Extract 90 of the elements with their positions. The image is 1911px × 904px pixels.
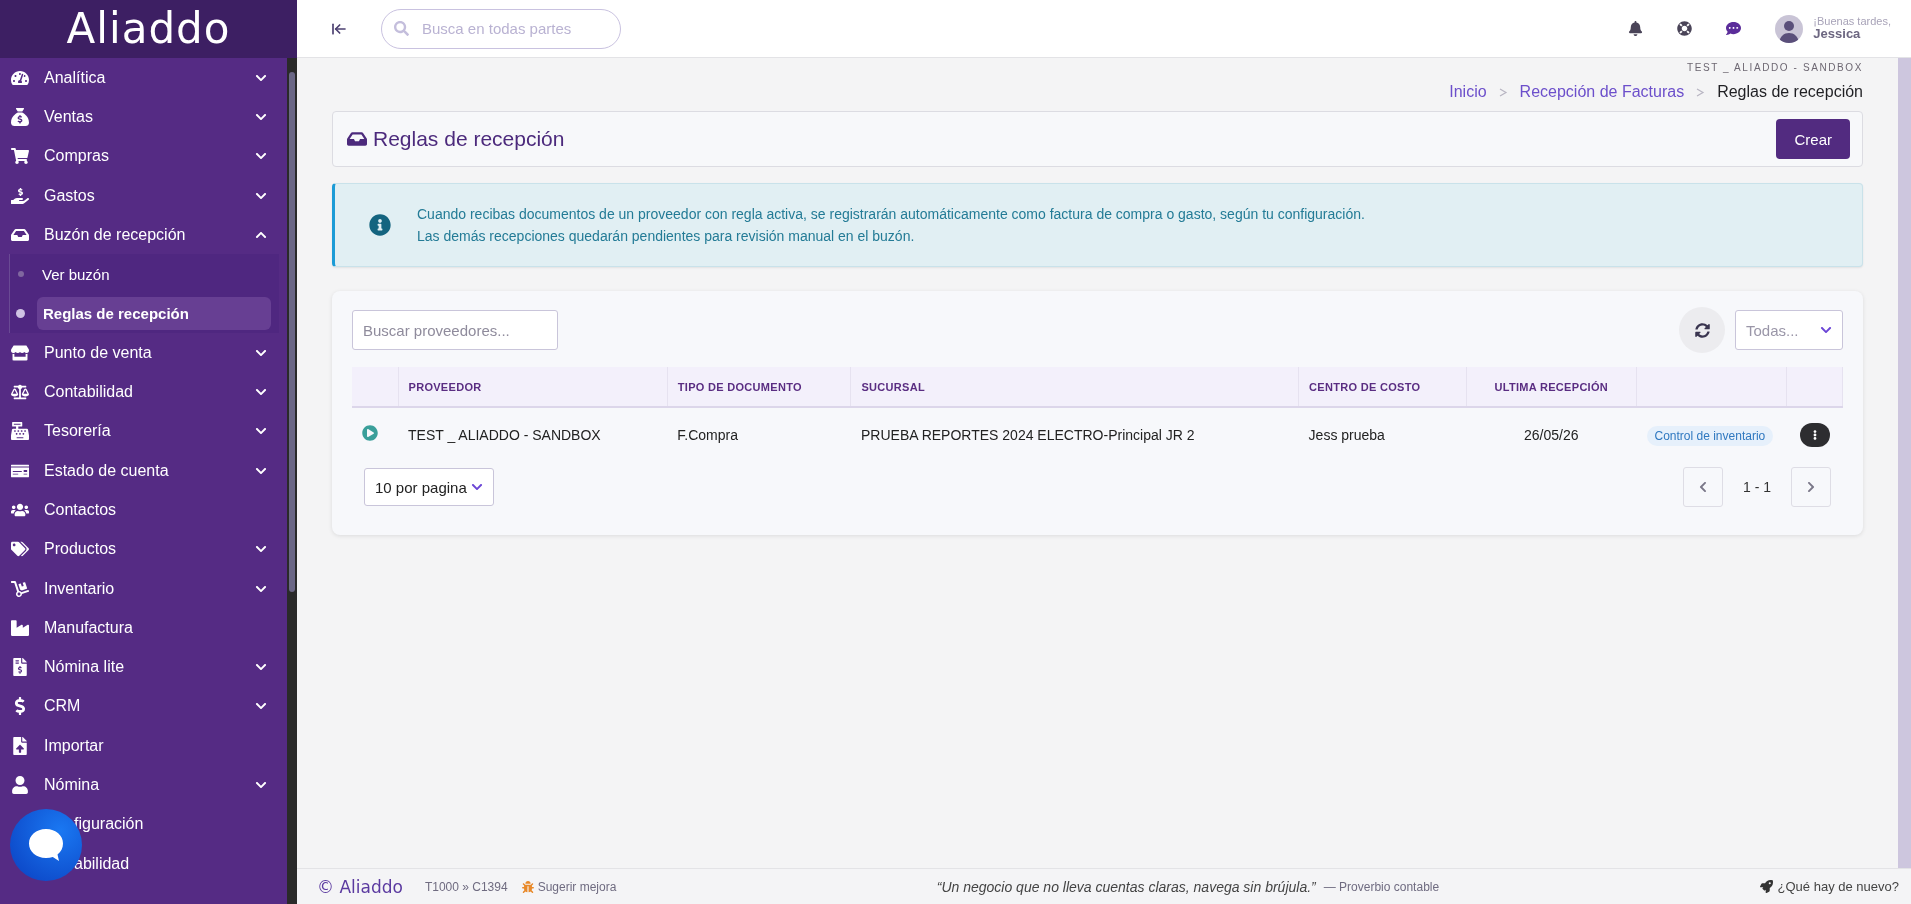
sidebar-item[interactable]: Compras	[0, 136, 287, 176]
cash-register-icon	[11, 422, 29, 441]
create-button[interactable]: Crear	[1776, 119, 1850, 159]
company-name: TEST _ ALIADDO - SANDBOX	[1686, 62, 1863, 73]
breadcrumb-link[interactable]: Reglas de recepción	[1717, 83, 1863, 101]
bullet-icon	[18, 271, 24, 278]
chevron-left-icon	[1697, 481, 1709, 493]
page-size-select[interactable]: 10 por pagina	[364, 468, 494, 506]
footer-logo: © Aliaddo	[317, 876, 403, 897]
tag-icon	[11, 540, 29, 559]
cart-icon	[11, 147, 29, 166]
sidebar-item[interactable]: Contabilidad	[0, 372, 287, 412]
speech-bubble-icon	[26, 827, 66, 863]
sidebar-item[interactable]: Inventario	[0, 568, 287, 609]
sidebar-item[interactable]: abilidad	[0, 843, 287, 884]
breadcrumb-link[interactable]: Recepción de Facturas	[1519, 83, 1685, 101]
rocket-icon	[1759, 880, 1773, 893]
chevron-right-icon	[1696, 87, 1706, 97]
table-cell: PRUEBA REPORTES 2024 ELECTRO-Principal JR 2	[851, 407, 1299, 461]
sidebar-subitem[interactable]: Reglas de recepción	[37, 296, 271, 330]
info-text: Cuando recibas documentos de un proveedor con regla activa, se registrarán automáticamente como factura de compra o gasto, según tu configuración.	[417, 206, 1365, 222]
more-button[interactable]	[1799, 422, 1830, 447]
search-icon	[394, 20, 409, 36]
column-header: TIPO DE DOCUMENTO	[667, 367, 851, 407]
money-bag-icon	[11, 107, 29, 126]
tag: Control de inventario	[1646, 425, 1774, 446]
logo: Aliaddo	[66, 8, 231, 50]
chevron-down-icon	[1820, 324, 1832, 336]
column-header: PROVEEDOR	[398, 367, 668, 407]
scrollbar[interactable]	[287, 58, 297, 904]
invoice-icon	[11, 658, 29, 677]
column-header: ULTIMA RECEPCIÓN	[1466, 367, 1637, 407]
news-link[interactable]: ¿Qué hay de nuevo?	[1759, 879, 1899, 894]
greeting-text: ¡Buenas tardes,	[1813, 14, 1891, 28]
sidebar-item[interactable]: CRM	[0, 686, 287, 727]
bug-icon	[521, 880, 534, 893]
sidebar-item[interactable]: Nómina	[0, 765, 287, 805]
search-field[interactable]: Buscar proveedores...	[352, 310, 558, 350]
bullet-icon	[16, 308, 25, 318]
chevron-down-icon	[471, 481, 483, 493]
sidebar-item[interactable]: Punto de venta	[0, 333, 287, 373]
sidebar-item[interactable]: Contactos	[0, 490, 287, 530]
factory-icon	[11, 618, 29, 637]
sidebar-item[interactable]: Importar	[0, 726, 287, 766]
sidebar-item[interactable]: Analítica	[0, 58, 287, 98]
lifebuoy-icon[interactable]	[1677, 21, 1693, 36]
scale-icon	[11, 383, 29, 401]
sidebar-item[interactable]: Buzón de recepción	[0, 215, 287, 255]
table-cell: Jess prueba	[1298, 407, 1467, 461]
sidebar-item[interactable]: Manufactura	[0, 608, 287, 648]
sidebar-item[interactable]: Productos	[0, 529, 287, 569]
sidebar-item[interactable]: Gastos	[0, 175, 287, 216]
sidebar-item[interactable]: Estado de cuenta	[0, 450, 287, 491]
column-header: CENTRO DE COSTO	[1298, 367, 1467, 407]
sidebar-item[interactable]: Ventas	[0, 97, 287, 137]
sidebar-item[interactable]: Nómina lite	[0, 647, 287, 687]
quote-text: “Un negocio que no lleva cuentas claras, navega sin brújula.”	[936, 878, 1316, 895]
play-icon[interactable]	[362, 425, 378, 441]
dolly-icon	[11, 579, 29, 598]
breadcrumb-link[interactable]: Inicio	[1449, 83, 1487, 101]
sidebar-item[interactable]: figuración	[0, 804, 287, 844]
column-header: SUCURSAL	[851, 367, 1299, 407]
user-icon	[11, 776, 29, 794]
upload-icon	[11, 736, 29, 755]
table-cell: 26/05/26	[1466, 407, 1637, 461]
table-cell: F.Compra	[667, 407, 851, 461]
page-title: Reglas de recepción	[373, 127, 565, 151]
refresh-icon	[1694, 322, 1710, 338]
table-cell: TEST _ ALIADDO - SANDBOX	[398, 407, 668, 461]
sidebar-item[interactable]: Tesorería	[0, 411, 287, 451]
suggest-link[interactable]: Sugerir mejora	[521, 879, 617, 894]
refresh-button[interactable]	[1679, 307, 1725, 353]
chevron-right-icon	[1805, 481, 1817, 493]
chevron-right-icon	[1498, 87, 1508, 97]
page-range: 1 - 1	[1743, 479, 1771, 495]
inbox-icon	[347, 129, 367, 149]
gauge-icon	[11, 68, 29, 87]
search-field[interactable]: Busca en todas partes	[381, 8, 621, 49]
hand-coin-icon	[11, 186, 29, 205]
user-name: Jessica	[1813, 27, 1861, 43]
avatar[interactable]	[1775, 14, 1804, 43]
info-text: Las demás recepciones quedarán pendientes para revisión manual en el buzón.	[417, 228, 916, 244]
sidebar-subitem[interactable]: Ver buzón	[36, 257, 271, 291]
store-icon	[11, 343, 29, 362]
quote-source: — Proverbio contable	[1323, 879, 1440, 894]
scrollbar[interactable]	[1898, 58, 1911, 868]
chat-icon[interactable]	[1726, 21, 1742, 36]
bell-icon[interactable]	[1628, 21, 1644, 36]
version-text: T1000 » C1394	[424, 879, 508, 894]
info-icon	[369, 214, 391, 236]
